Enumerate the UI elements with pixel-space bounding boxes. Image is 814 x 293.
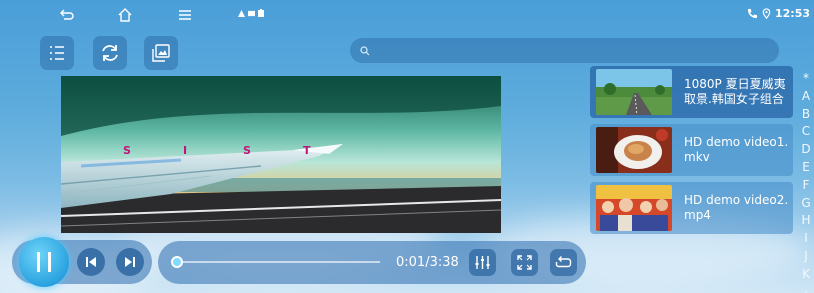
index-letter[interactable]: * xyxy=(803,70,809,88)
clock: 12:53 xyxy=(774,7,810,20)
gallery-button[interactable] xyxy=(144,36,178,70)
playlist-button[interactable] xyxy=(40,36,74,70)
equalizer-button[interactable] xyxy=(469,249,496,276)
menu-icon xyxy=(179,10,191,20)
index-letter[interactable]: I xyxy=(804,230,808,248)
progress-track[interactable] xyxy=(172,261,380,263)
playlist-icon xyxy=(50,46,64,60)
repeat-button[interactable] xyxy=(550,249,577,276)
status-bar: 12:53 xyxy=(0,0,814,30)
status-right: 12:53 xyxy=(747,7,810,20)
playlist-item[interactable]: HD demo video2.mp4 xyxy=(590,182,793,234)
search-input[interactable] xyxy=(376,43,756,58)
phone-icon xyxy=(747,8,758,19)
video-letter: T xyxy=(303,144,311,157)
index-letter[interactable]: D xyxy=(801,141,810,159)
next-button[interactable] xyxy=(116,248,144,276)
playback-time: 0:01/3:38 xyxy=(396,255,459,270)
playlist-item[interactable]: 1080P 夏日夏威夷取景.韩国女子组合 xyxy=(590,66,793,118)
video-letter: S xyxy=(243,144,251,157)
equalizer-icon xyxy=(475,256,490,269)
crowd-thumbnail xyxy=(596,185,672,231)
fullscreen-icon xyxy=(517,255,532,270)
search-icon xyxy=(360,45,370,55)
back-button[interactable] xyxy=(56,5,78,25)
fullscreen-button[interactable] xyxy=(511,249,538,276)
pause-button[interactable] xyxy=(19,237,69,287)
previous-icon xyxy=(86,257,96,267)
search-bar[interactable] xyxy=(350,38,779,63)
index-letter[interactable]: · xyxy=(804,284,808,293)
index-letter[interactable]: C xyxy=(802,123,810,141)
storage-icon xyxy=(248,10,255,16)
refresh-button[interactable] xyxy=(93,36,127,70)
food-thumbnail xyxy=(596,127,672,173)
repeat-icon xyxy=(555,256,572,268)
notification-icons xyxy=(238,9,264,17)
index-letter[interactable]: A xyxy=(802,88,810,106)
alphabet-index[interactable]: * A B C D E F G H I J K · xyxy=(798,70,814,293)
playlist-item-title: HD demo video2.mp4 xyxy=(684,193,789,222)
index-letter[interactable]: B xyxy=(802,106,810,124)
index-letter[interactable]: E xyxy=(802,159,810,177)
refresh-icon xyxy=(102,45,118,61)
video-letter: S xyxy=(123,144,131,157)
video-letter: I xyxy=(183,144,187,157)
index-letter[interactable]: F xyxy=(803,177,810,195)
video-frame: S I S T xyxy=(61,76,501,233)
index-letter[interactable]: J xyxy=(804,248,808,266)
location-icon xyxy=(762,8,771,19)
home-button[interactable] xyxy=(114,5,136,25)
previous-button[interactable] xyxy=(77,248,105,276)
warning-icon xyxy=(238,9,245,17)
home-icon xyxy=(118,8,132,22)
playlist-item-title: HD demo video1.mkv xyxy=(684,135,789,164)
pause-icon xyxy=(37,252,51,272)
video-player[interactable]: S I S T xyxy=(61,76,501,233)
progress-knob[interactable] xyxy=(171,256,184,268)
index-letter[interactable]: K xyxy=(802,266,810,284)
index-letter[interactable]: H xyxy=(801,212,810,230)
back-icon xyxy=(60,9,74,20)
road-thumbnail xyxy=(596,69,672,115)
index-letter[interactable]: G xyxy=(801,195,810,213)
playlist-item-title: 1080P 夏日夏威夷取景.韩国女子组合 xyxy=(684,77,786,106)
menu-button[interactable] xyxy=(174,5,196,25)
playlist-item[interactable]: HD demo video1.mkv xyxy=(590,124,793,176)
gallery-icon xyxy=(152,44,170,62)
battery-icon xyxy=(258,9,264,17)
next-icon xyxy=(125,257,135,267)
